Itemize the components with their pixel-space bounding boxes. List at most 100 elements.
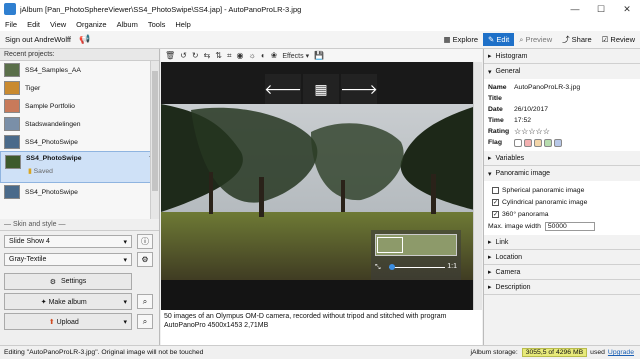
skin-select[interactable]: Slide Show 4 ▾ <box>4 235 132 248</box>
menu-help[interactable]: Help <box>170 20 195 29</box>
effects-menu[interactable]: Effects ▾ <box>282 52 309 60</box>
viewer-scrollbar[interactable] <box>473 62 482 310</box>
spherical-checkbox[interactable]: Spherical panoramic image <box>484 184 640 196</box>
field-rating: Rating ☆☆☆☆☆ <box>484 126 640 137</box>
rating-stars[interactable]: ☆☆☆☆☆ <box>514 127 550 136</box>
minimize-button[interactable]: — <box>562 4 588 14</box>
preview-search-button[interactable]: ⌕ <box>137 294 153 309</box>
flip-vertical-icon[interactable]: ⇅ <box>215 51 222 60</box>
field-value[interactable]: 26/10/2017 <box>514 106 548 113</box>
upload-content: ⬆ Upload <box>9 318 118 326</box>
menu-bar: File Edit View Organize Album Tools Help <box>0 18 640 31</box>
megaphone-icon[interactable]: 📢 <box>79 34 90 45</box>
make-album-button[interactable]: ✦ Make album ▾ <box>4 293 132 310</box>
image-caption[interactable]: 50 images of an Olympus OM-D camera, rec… <box>161 310 482 345</box>
flip-horizontal-icon[interactable]: ⇆ <box>204 51 211 60</box>
explore-button[interactable]: ▦ Explore <box>439 33 484 46</box>
max-width-label: Max. image width <box>488 223 541 230</box>
thumbnails-button[interactable]: ▦ <box>303 74 339 104</box>
skin-settings-button[interactable]: ⚙ <box>137 252 153 267</box>
menu-organize[interactable]: Organize <box>71 20 111 29</box>
settings-row: ⚙ Settings <box>0 267 159 290</box>
location-section[interactable]: ▸ Location <box>484 250 640 265</box>
flag-swatch-4[interactable] <box>554 138 562 147</box>
project-name: Stadswandelingen <box>25 120 81 128</box>
sign-out-link[interactable]: Sign out AndreWolff <box>5 35 71 44</box>
left-panel: Recent projects: SS4_Samples_AA Tiger Sa… <box>0 49 160 345</box>
crop-icon[interactable]: ⌗ <box>227 51 232 61</box>
rotate-left-icon[interactable]: ↺ <box>180 51 187 60</box>
fullscreen-exit-icon[interactable]: ⤡ <box>375 264 381 272</box>
description-section[interactable]: ▸ Description <box>484 280 640 295</box>
project-thumbnail <box>4 99 20 113</box>
menu-file[interactable]: File <box>0 20 22 29</box>
menu-view[interactable]: View <box>45 20 71 29</box>
general-section[interactable]: ▾ General <box>484 64 640 79</box>
share-button[interactable]: ⤴ Share <box>557 32 597 47</box>
camera-label: Camera <box>495 268 521 276</box>
close-button[interactable]: ✕ <box>614 4 640 15</box>
contrast-icon[interactable]: ◐ <box>261 51 266 60</box>
delete-icon[interactable]: 🗑 <box>165 51 175 60</box>
brightness-icon[interactable]: ☼ <box>248 51 255 60</box>
link-section[interactable]: ▸ Link <box>484 235 640 250</box>
edit-button[interactable]: ✎ Edit <box>483 33 515 46</box>
cylindrical-checkbox[interactable]: ✓ Cylindrical panoramic image <box>484 196 640 208</box>
navigator-overlay[interactable]: ⤡ 1:1 <box>371 230 461 280</box>
previous-button[interactable]: 🡐 <box>264 74 302 104</box>
variables-section[interactable]: ▸ Variables <box>484 151 640 166</box>
flag-swatch-2[interactable] <box>534 138 542 147</box>
flag-swatch-1[interactable] <box>524 138 532 147</box>
scrollbar[interactable] <box>150 61 159 219</box>
checkbox-icon: ☑ <box>601 35 609 44</box>
list-item[interactable]: SS4_Samples_AA <box>0 61 159 79</box>
list-item[interactable]: SS4_PhotoSwipe <box>0 183 159 201</box>
list-item[interactable]: Stadswandelingen <box>0 115 159 133</box>
project-info: SS4_PhotoSwipe ▮ Saved <box>26 155 143 175</box>
rotate-right-icon[interactable]: ↻ <box>192 51 199 60</box>
maximize-button[interactable]: ☐ <box>588 4 614 15</box>
navigator-thumbnail[interactable] <box>375 234 457 256</box>
chevron-down-icon[interactable]: ▾ <box>123 298 127 306</box>
field-time: Time 17:52 <box>484 115 640 126</box>
preview-button[interactable]: ⌕ Preview <box>514 33 557 47</box>
color-icon[interactable]: ❀ <box>271 51 278 60</box>
camera-section[interactable]: ▸ Camera <box>484 265 640 280</box>
panorama-section[interactable]: ▾ Panoramic image <box>484 166 640 181</box>
menu-tools[interactable]: Tools <box>143 20 171 29</box>
save-icon[interactable]: 💾 <box>314 51 324 60</box>
info-button[interactable]: ⓘ <box>137 234 153 249</box>
style-select[interactable]: Gray-Textile ▾ <box>4 253 132 266</box>
scrollbar-thumb[interactable] <box>152 71 158 191</box>
list-item-selected[interactable]: SS4_PhotoSwipe ▮ Saved ▼ <box>0 151 159 183</box>
settings-button[interactable]: ⚙ Settings <box>4 273 132 290</box>
max-width-input[interactable]: 50000 <box>544 222 595 231</box>
list-item[interactable]: SS4_PhotoSwipe <box>0 133 159 151</box>
upload-button[interactable]: ⬆ Upload ▾ <box>4 313 132 330</box>
recent-projects-header: Recent projects: <box>0 49 159 61</box>
flag-swatch-3[interactable] <box>544 138 552 147</box>
menu-album[interactable]: Album <box>112 20 143 29</box>
share-label: Share <box>571 35 592 44</box>
zoom-label[interactable]: 1:1 <box>447 263 457 270</box>
zoom-slider-handle[interactable] <box>389 264 395 270</box>
list-item[interactable]: Sample Portfolio <box>0 97 159 115</box>
project-name: SS4_PhotoSwipe <box>25 138 78 146</box>
field-value[interactable]: 17:52 <box>514 117 531 124</box>
zoom-slider[interactable] <box>389 264 445 270</box>
upgrade-link[interactable]: Upgrade <box>608 349 640 356</box>
flag-swatch-0[interactable] <box>514 138 522 147</box>
chevron-down-icon[interactable]: ▾ <box>123 318 127 326</box>
redeye-icon[interactable]: ◉ <box>236 51 243 60</box>
navigator-viewport[interactable] <box>377 237 403 253</box>
360-checkbox[interactable]: ✓ 360° panorama <box>484 208 640 220</box>
list-item[interactable]: Tiger <box>0 79 159 97</box>
menu-edit[interactable]: Edit <box>22 20 45 29</box>
histogram-section[interactable]: ▸ Histogram <box>484 49 640 64</box>
next-button[interactable]: 🡒 <box>340 74 378 104</box>
review-button[interactable]: ☑ Review <box>597 33 640 46</box>
field-value[interactable]: AutoPanoProLR-3.jpg <box>514 84 580 91</box>
view-online-button[interactable]: ⌕ <box>137 314 153 329</box>
image-viewer[interactable]: 🡐 ▦ 🡒 ⤡ 1:1 <box>161 62 482 310</box>
pencil-icon: ✎ <box>488 35 495 44</box>
